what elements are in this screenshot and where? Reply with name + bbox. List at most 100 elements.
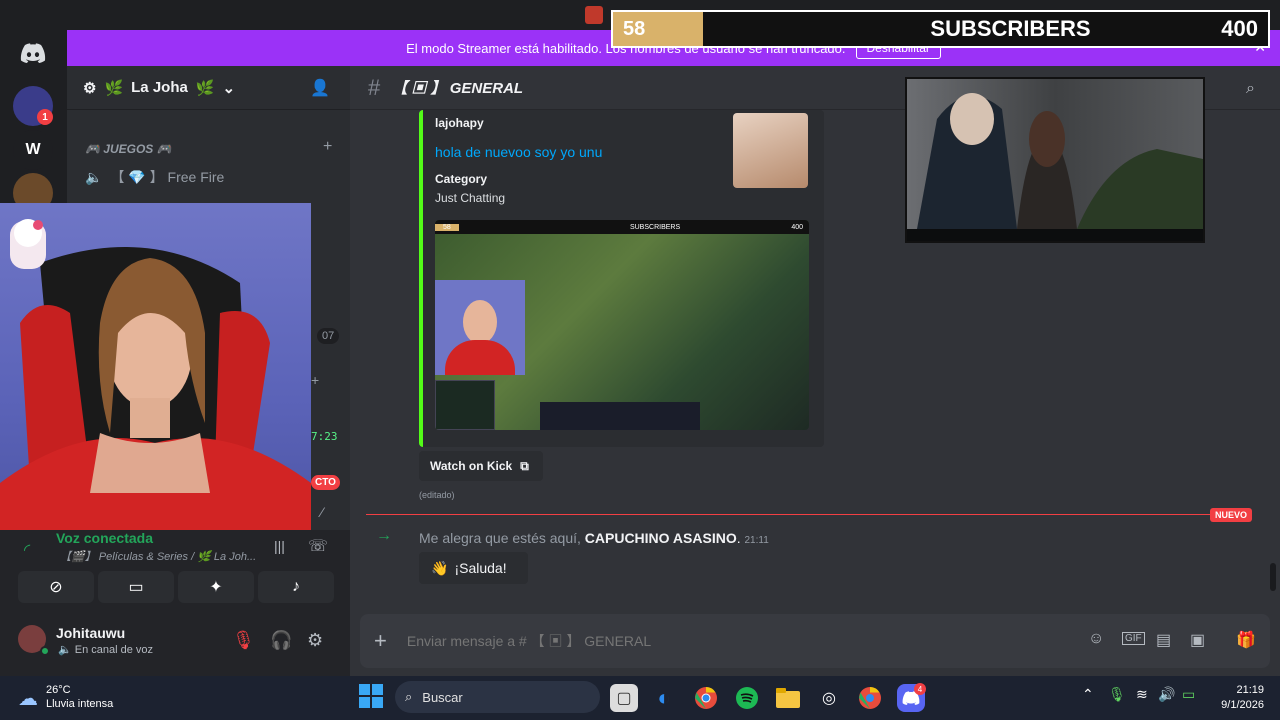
gif-icon[interactable]: GIF — [1122, 632, 1145, 645]
hash-icon: # — [368, 74, 381, 100]
wifi-icon[interactable]: ≋ — [1136, 686, 1148, 703]
task-view-icon[interactable]: ▢ — [610, 684, 638, 712]
join-arrow-icon: → — [376, 527, 392, 544]
new-messages-divider — [366, 514, 1214, 515]
live-badge: CTO — [311, 475, 340, 490]
embed-stream-preview[interactable]: 58 SUBSCRIBERS 400 — [435, 220, 809, 430]
voice-channel-name[interactable]: 【🎬】 Películas & Series / 🌿 La Joh... — [60, 548, 256, 564]
app-icon-generic[interactable]: ◎ — [815, 684, 843, 712]
weather-temp[interactable]: 26°C — [46, 684, 71, 696]
embed-field-name: Category — [435, 172, 488, 186]
message-input[interactable] — [406, 633, 1047, 649]
embed-author[interactable]: lajohapy — [435, 116, 484, 130]
file-explorer-icon[interactable] — [774, 684, 802, 712]
search-icon[interactable]: ⌕ — [1246, 80, 1255, 98]
battery-icon[interactable]: ▭ — [1182, 686, 1195, 703]
external-link-icon: ⧉ — [520, 458, 529, 473]
gamepad-icon: 🎮 — [156, 142, 172, 156]
mention-badge: 1 — [37, 109, 53, 125]
chevron-up-icon[interactable]: ⌃ — [1082, 686, 1094, 703]
gamepad-icon: 🎮 — [85, 142, 100, 156]
clock-date[interactable]: 9/1/2026 — [1212, 699, 1264, 711]
server-boost-icon: ⚙ — [83, 79, 97, 97]
headphones-icon[interactable]: 🎧 — [270, 630, 292, 651]
preview-sub-count: 58 — [435, 223, 459, 231]
embed-title[interactable]: hola de nuevoo soy yo unu — [435, 144, 602, 160]
signal-icon: ◜ — [24, 542, 31, 559]
mic-icon[interactable]: 🎙 — [1108, 686, 1126, 703]
server-icon-w[interactable]: W — [13, 130, 53, 170]
clock-time[interactable]: 21:19 — [1226, 684, 1264, 696]
image-icon[interactable]: ▣ — [1190, 630, 1205, 650]
watch-button-label: Watch on Kick — [430, 459, 513, 473]
category-label: JUEGOS — [103, 142, 154, 156]
subscriber-goal-overlay: 58 SUBSCRIBERS 400 — [611, 10, 1270, 48]
screen-share-icon: ▭ — [128, 579, 144, 596]
search-label: Buscar — [422, 689, 463, 705]
weather-icon[interactable]: ☁ — [18, 686, 38, 711]
edge-icon[interactable]: ◐ — [650, 684, 678, 712]
search-icon: ⌕ — [405, 689, 413, 704]
soundboard-icon: ♪ — [292, 578, 300, 595]
system-message: Me alegra que estés aquí, CAPUCHINO ASAS… — [419, 530, 769, 546]
screen-share-button[interactable]: ▭ — [98, 571, 174, 603]
settings-gear-icon[interactable]: ⚙ — [307, 630, 323, 651]
sticker-icon[interactable]: ▤ — [1156, 630, 1171, 650]
taskbar-search[interactable]: ⌕ Buscar — [395, 681, 600, 713]
mic-muted-icon[interactable]: 🎙 — [232, 630, 255, 651]
discord-notification-badge: 4 — [914, 683, 926, 695]
add-channel-icon[interactable]: + — [311, 372, 319, 388]
disconnect-icon[interactable]: ☏ — [308, 536, 328, 556]
mic-muted-icon[interactable]: ⁄ — [321, 504, 323, 520]
activities-icon: ✦ — [209, 579, 223, 596]
activities-button[interactable]: ✦ — [178, 571, 254, 603]
timer-badge: 07 — [317, 328, 340, 344]
system-message-text: Me alegra que estés aquí, — [419, 530, 581, 546]
discord-logo-icon[interactable] — [13, 33, 53, 73]
preview-hud — [540, 402, 700, 430]
leaf-icon: 🌿 — [195, 79, 215, 97]
volume-icon[interactable]: 🔊 — [1158, 686, 1175, 703]
picture-in-picture-video[interactable] — [905, 77, 1205, 243]
scrollbar-thumb[interactable] — [1270, 563, 1276, 591]
video-frame — [907, 79, 1203, 229]
preview-minimap — [435, 380, 495, 430]
wave-button-label: ¡Saluda! — [454, 560, 507, 576]
voice-status[interactable]: Voz conectada — [56, 530, 153, 546]
camera-off-button[interactable]: ⊘ — [18, 571, 94, 603]
windows-start-icon[interactable] — [359, 684, 383, 708]
channel-free-fire[interactable]: 🔈 【 💎 】 Free Fire — [85, 167, 224, 187]
server-header[interactable]: ⚙ 🌿 La Joha 🌿 ⌄ 👤 — [67, 66, 350, 110]
chrome-profile-icon[interactable] — [856, 684, 884, 712]
embed-field-value: Just Chatting — [435, 191, 506, 205]
kick-embed: lajohapy hola de nuevoo soy yo unu Categ… — [419, 110, 824, 447]
emoji-icon[interactable]: ☺ — [1088, 630, 1104, 648]
leaf-icon: 🌿 — [104, 79, 124, 97]
soundboard-button[interactable]: ♪ — [258, 571, 334, 603]
add-attachment-icon[interactable]: + — [374, 628, 387, 654]
speaker-icon: 🔈 — [58, 644, 72, 656]
server-name: La Joha — [131, 79, 188, 96]
chrome-icon[interactable] — [692, 684, 720, 712]
preview-webcam — [435, 280, 525, 375]
edited-label: (editado) — [419, 490, 455, 500]
weather-desc[interactable]: Lluvia intensa — [46, 698, 113, 710]
noise-suppression-icon[interactable]: ||| — [274, 538, 285, 554]
online-status-dot — [40, 646, 50, 656]
preview-sub-goal: 400 — [791, 223, 803, 231]
spotify-icon[interactable] — [733, 684, 761, 712]
embed-thumbnail[interactable] — [733, 113, 808, 188]
watch-on-kick-button[interactable]: Watch on Kick ⧉ — [419, 451, 543, 481]
user-name[interactable]: Johitauwu — [56, 625, 125, 641]
subscriber-count: 58 — [613, 12, 703, 46]
message-composer: + ☺ GIF ▤ ▣ 🎁 — [360, 614, 1270, 668]
gift-icon[interactable]: 🎁 — [1236, 630, 1256, 650]
system-message-user[interactable]: CAPUCHINO ASASINO — [585, 530, 737, 546]
window-app-icon — [585, 6, 603, 24]
preview-sub-bar: 58 SUBSCRIBERS 400 — [435, 220, 809, 234]
add-member-icon[interactable]: 👤 — [310, 78, 330, 98]
elapsed-time: 7:23 — [311, 430, 338, 443]
wave-button[interactable]: 👋 ¡Saluda! — [419, 552, 528, 584]
add-channel-icon[interactable]: + — [323, 138, 332, 156]
category-juegos[interactable]: 🎮 JUEGOS 🎮 — [85, 142, 172, 156]
